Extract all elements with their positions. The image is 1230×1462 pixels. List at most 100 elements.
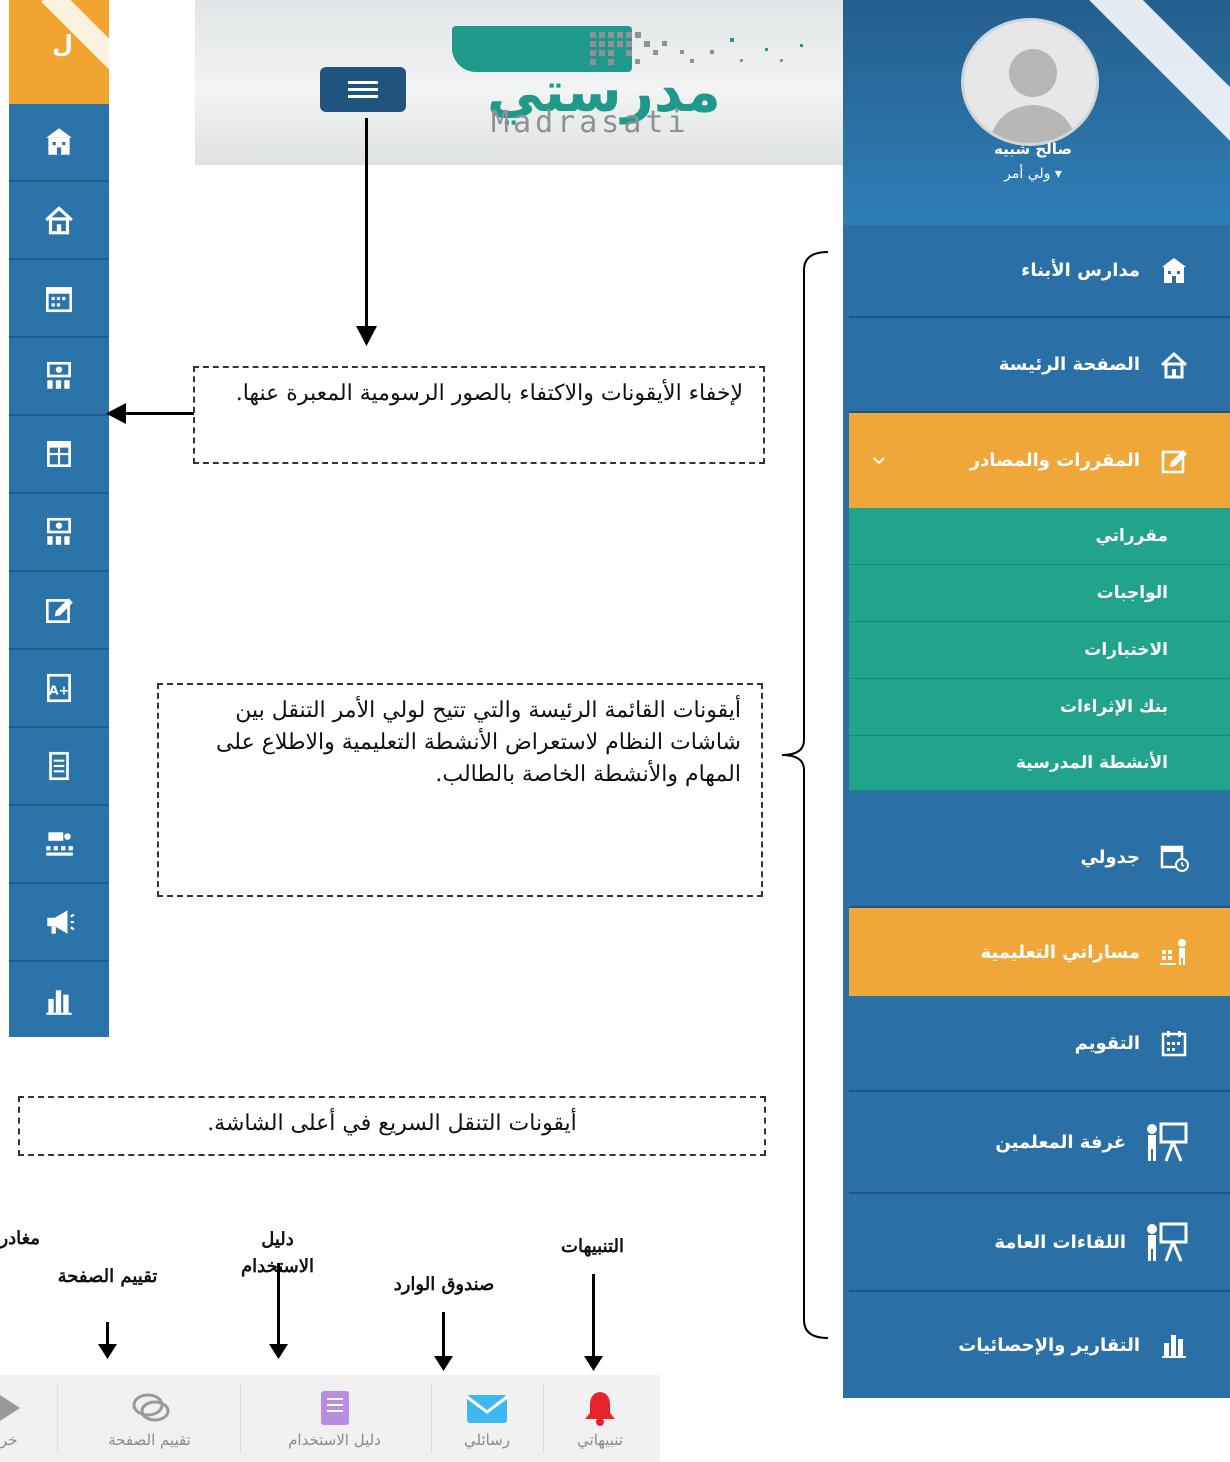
arrow-head-down (269, 1344, 288, 1359)
document-icon (49, 751, 69, 781)
bar-chart-icon (46, 990, 72, 1015)
exit-button[interactable]: خر (0, 1375, 40, 1462)
arrow-head-down (584, 1356, 603, 1371)
mini-item-table[interactable] (9, 416, 109, 494)
arrow-head-down (434, 1356, 453, 1371)
mini-item-home[interactable] (9, 182, 109, 260)
toolbar-divider (431, 1383, 432, 1453)
notifications-button[interactable]: تنبيهاتي (545, 1375, 655, 1462)
megaphone-icon (47, 910, 75, 934)
submenu-item-label: بنك الإثراءات (1060, 697, 1168, 717)
avatar[interactable] (961, 18, 1099, 146)
toolbar-label: دليل الاستخدام (288, 1430, 381, 1449)
sidebar-item-label: مدارس الأبناء (1021, 260, 1140, 281)
messages-button[interactable]: رسائلي (433, 1375, 541, 1462)
edit-icon (45, 598, 73, 624)
sidebar-item-teachers-room[interactable]: غرفة المعلمين (849, 1092, 1230, 1194)
sidebar-item-learning-paths[interactable]: مساراتي التعليمية (849, 908, 1230, 996)
arrow-line (365, 118, 368, 330)
envelope-icon (466, 1394, 508, 1423)
arrow-head-down (356, 326, 377, 346)
mini-item-reports[interactable] (9, 962, 109, 1037)
rate-page-button[interactable]: تقييم الصفحة (62, 1375, 237, 1462)
mini-item-classroom-2[interactable] (9, 494, 109, 572)
user-guide-button[interactable]: دليل الاستخدام (242, 1375, 427, 1462)
quick-nav-toolbar: خر تقييم الصفحة دليل الاستخدام رسائلي تن… (0, 1375, 660, 1462)
logo-english-text: Madrasati (491, 105, 690, 140)
submenu-item-my-courses[interactable]: مقرراتي (849, 508, 1230, 565)
sidebar-item-label: جدولي (1080, 846, 1140, 868)
sidebar-item-public-meetings[interactable]: اللقاءات العامة (849, 1194, 1230, 1292)
svg-text:A+: A+ (49, 683, 70, 698)
bell-icon (585, 1391, 615, 1426)
sidebar-item-label: التقويم (1074, 1032, 1140, 1054)
presentation-icon (1147, 1222, 1188, 1262)
grade-icon: A+ (47, 673, 71, 703)
home-icon (45, 206, 73, 235)
mini-item-announcements[interactable] (9, 884, 109, 962)
sidebar-item-schools[interactable]: مدارس الأبناء (849, 225, 1230, 318)
sidebar-item-label: المقررات والمصادر (969, 450, 1140, 471)
submenu-item-label: مقرراتي (1095, 526, 1168, 546)
collapsed-sidebar-header: ل (9, 0, 109, 104)
calendar-icon (45, 287, 73, 313)
chevron-down-icon (873, 456, 885, 464)
arrow-head-left (106, 403, 126, 424)
toolbar-label: خر (0, 1430, 18, 1449)
note-main-menu: أيقونات القائمة الرئيسة والتي تتيح لولي … (157, 683, 763, 897)
arrow-line (277, 1263, 280, 1347)
mini-item-grades[interactable]: A+ (9, 650, 109, 728)
main-sidebar: صالح شبيه ولي أمر ▾ مدارس الأبناء الصفحة… (843, 0, 1230, 1398)
classroom-icon (47, 517, 71, 545)
schedule-icon (1160, 845, 1189, 872)
toolbar-divider (240, 1383, 241, 1453)
arrow-line (442, 1312, 445, 1359)
menu-toggle-button[interactable] (320, 67, 406, 112)
schools-icon (1162, 257, 1186, 283)
home-icon (1160, 351, 1188, 378)
sidebar-item-label: الصفحة الرئيسة (998, 354, 1140, 375)
note-text: أيقونات التنقل السريع في أعلى الشاشة. (207, 1111, 577, 1136)
submenu-item-label: الأنشطة المدرسية (1015, 753, 1168, 773)
toolbar-label: تنبيهاتي (577, 1430, 623, 1449)
collapsed-sidebar: ل A+ (9, 0, 109, 1037)
classroom-icon (47, 361, 71, 389)
sidebar-item-label: غرفة المعلمين (995, 1131, 1126, 1153)
sidebar-item-label: التقارير والإحصائيات (958, 1334, 1140, 1356)
toolbar-label: رسائلي (463, 1430, 511, 1449)
bar-chart-icon (1162, 1335, 1186, 1358)
sidebar-item-courses[interactable]: المقررات والمصادر (849, 413, 1230, 508)
arrow-head-down (98, 1344, 117, 1359)
hierarchy-icon (46, 832, 73, 856)
submenu-item-school-activities[interactable]: الأنشطة المدرسية (849, 736, 1230, 791)
mini-item-document[interactable] (9, 728, 109, 806)
mini-item-calendar[interactable] (9, 260, 109, 338)
bracket-brace (781, 251, 829, 1339)
schools-icon (46, 128, 72, 155)
mini-item-courses[interactable] (9, 572, 109, 650)
profile-panel: صالح شبيه ولي أمر ▾ (843, 0, 1230, 225)
mini-item-schools[interactable] (9, 104, 109, 182)
arrow-line (124, 412, 194, 415)
sidebar-item-label: مساراتي التعليمية (980, 941, 1140, 963)
profile-role-dropdown[interactable]: ولي أمر ▾ (943, 166, 1123, 182)
sidebar-item-calendar[interactable]: التقويم (849, 996, 1230, 1092)
arrow-line (592, 1274, 595, 1359)
submenu-item-exams[interactable]: الاختبارات (849, 622, 1230, 679)
sidebar-item-home[interactable]: الصفحة الرئيسة (849, 318, 1230, 413)
user-silhouette-icon (989, 49, 1077, 143)
mini-item-classroom[interactable] (9, 338, 109, 416)
submenu-item-homework[interactable]: الواجبات (849, 565, 1230, 622)
toolbar-label: تقييم الصفحة (108, 1430, 191, 1449)
ribbon-decoration (1083, 0, 1230, 143)
submenu-item-enrichment-bank[interactable]: بنك الإثراءات (849, 679, 1230, 736)
table-icon (47, 440, 71, 468)
sidebar-item-schedule[interactable]: جدولي (849, 808, 1230, 908)
mini-item-hierarchy[interactable] (9, 806, 109, 884)
chat-bubbles-icon (132, 1393, 169, 1421)
label-alerts: التنبيهات (561, 1236, 624, 1257)
submenu-item-label: الواجبات (1096, 583, 1168, 603)
toolbar-divider (543, 1383, 544, 1453)
sidebar-item-reports[interactable]: التقارير والإحصائيات (849, 1292, 1230, 1398)
edit-icon (1161, 449, 1187, 473)
